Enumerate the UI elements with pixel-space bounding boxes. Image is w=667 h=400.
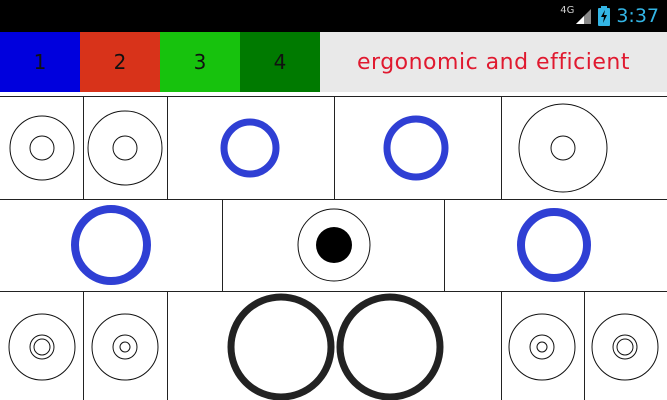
tab-4-label: 4: [273, 50, 287, 74]
ring-cell[interactable]: [168, 96, 335, 199]
signal-icon: [576, 9, 592, 24]
blue-ring-icon: [383, 115, 449, 181]
ring-cell[interactable]: [0, 199, 223, 291]
tab-2-label: 2: [113, 50, 127, 74]
blue-ring-icon: [71, 205, 151, 285]
status-icons: 4G 3:37: [554, 0, 659, 32]
grid-row-1: [0, 96, 667, 199]
triple-ring-icon: [91, 313, 159, 381]
grid-row-2: [0, 199, 667, 291]
ring-cell[interactable]: [335, 96, 502, 199]
tab-1[interactable]: 1: [0, 32, 80, 92]
triple-ring-icon: [8, 313, 76, 381]
tab-1-label: 1: [33, 50, 47, 74]
target-icon: [9, 115, 75, 181]
blue-ring-icon: [220, 118, 280, 178]
grid-row-3: [0, 291, 667, 400]
clock: 3:37: [616, 5, 659, 27]
target-cell[interactable]: [0, 291, 84, 400]
tab-4[interactable]: 4: [240, 32, 320, 92]
triple-ring-icon: [591, 313, 659, 381]
target-cell[interactable]: [502, 291, 585, 400]
dark-ring-pair-icon: [227, 293, 444, 400]
tab-3-label: 3: [193, 50, 207, 74]
double-ring-cell[interactable]: [168, 291, 502, 400]
target-cell[interactable]: [84, 291, 168, 400]
triple-ring-icon: [508, 313, 576, 381]
battery-charging-icon: [598, 6, 611, 26]
network-type-label: 4G: [560, 4, 575, 16]
target-icon: [87, 110, 163, 186]
blue-ring-icon: [517, 208, 591, 282]
status-bar: 4G 3:37: [0, 0, 667, 32]
toolbar: 1 2 3 4 ergonomic and efficient: [0, 32, 667, 92]
bullseye-cell[interactable]: [223, 199, 445, 291]
tab-2[interactable]: 2: [80, 32, 160, 92]
target-cell[interactable]: [502, 96, 667, 199]
tab-3[interactable]: 3: [160, 32, 240, 92]
target-icon: [518, 103, 608, 193]
headline-text: ergonomic and efficient: [357, 49, 630, 75]
target-cell[interactable]: [84, 96, 168, 199]
ring-cell[interactable]: [445, 199, 667, 291]
target-cell[interactable]: [0, 96, 84, 199]
target-cell[interactable]: [585, 291, 667, 400]
bullseye-icon: [297, 208, 371, 282]
